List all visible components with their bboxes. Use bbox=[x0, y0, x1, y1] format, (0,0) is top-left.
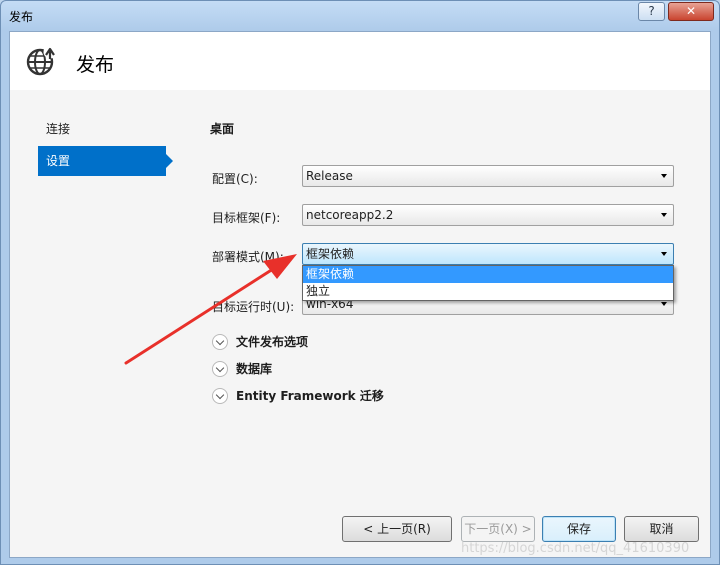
chevron-down-icon bbox=[661, 213, 667, 217]
configuration-value: Release bbox=[306, 169, 353, 183]
window-title: 发布 bbox=[9, 10, 34, 24]
deployment-mode-dropdown: 框架依赖 独立 bbox=[302, 265, 674, 301]
close-button[interactable]: ✕ bbox=[668, 2, 714, 21]
previous-button[interactable]: < 上一页(R) bbox=[342, 516, 452, 542]
section-title: 桌面 bbox=[210, 122, 235, 136]
expander-label: 数据库 bbox=[236, 362, 273, 376]
chevron-down-icon[interactable] bbox=[212, 388, 228, 404]
chevron-down-icon[interactable] bbox=[212, 334, 228, 350]
dialog-client-area: 发布 连接 设置 桌面 配置(C): Release 目标框架(F): netc… bbox=[9, 31, 711, 558]
globe-publish-icon bbox=[26, 45, 57, 76]
next-button[interactable]: 下一页(X) > bbox=[461, 516, 535, 542]
nav-item-connection[interactable]: 连接 bbox=[38, 114, 166, 144]
publish-dialog: 发布 ? ✕ 发布 连接 设置 桌面 配置(C): Release 目标框架(F… bbox=[0, 0, 720, 565]
chevron-down-icon bbox=[661, 174, 667, 178]
dialog-body: 连接 设置 桌面 配置(C): Release 目标框架(F): netcore… bbox=[10, 90, 710, 557]
cancel-button[interactable]: 取消 bbox=[624, 516, 699, 542]
nav-item-settings[interactable]: 设置 bbox=[38, 146, 173, 176]
configuration-select[interactable]: Release bbox=[302, 165, 674, 187]
expander-label: 文件发布选项 bbox=[236, 335, 309, 349]
deployment-mode-label: 部署模式(M): bbox=[212, 250, 284, 264]
target-framework-label: 目标框架(F): bbox=[212, 211, 281, 225]
dialog-header: 发布 bbox=[10, 32, 710, 91]
help-button[interactable]: ? bbox=[638, 2, 665, 21]
save-button[interactable]: 保存 bbox=[542, 516, 616, 542]
dropdown-option-framework-dependent[interactable]: 框架依赖 bbox=[303, 266, 673, 283]
target-framework-select[interactable]: netcoreapp2.2 bbox=[302, 204, 674, 226]
deployment-mode-value: 框架依赖 bbox=[306, 247, 355, 261]
watermark-text: https://blog.csdn.net/qq_41610390 bbox=[461, 541, 690, 556]
target-framework-value: netcoreapp2.2 bbox=[306, 208, 394, 222]
chevron-down-icon[interactable] bbox=[212, 361, 228, 377]
header-title: 发布 bbox=[76, 54, 115, 76]
configuration-label: 配置(C): bbox=[212, 172, 258, 186]
chevron-down-icon bbox=[661, 302, 667, 306]
deployment-mode-select[interactable]: 框架依赖 bbox=[302, 243, 674, 265]
title-bar[interactable]: 发布 ? ✕ bbox=[1, 1, 719, 31]
target-runtime-label: 目标运行时(U): bbox=[212, 300, 295, 314]
dropdown-option-self-contained[interactable]: 独立 bbox=[303, 283, 673, 300]
expander-label: Entity Framework 迁移 bbox=[236, 389, 384, 403]
chevron-down-icon bbox=[661, 252, 667, 256]
